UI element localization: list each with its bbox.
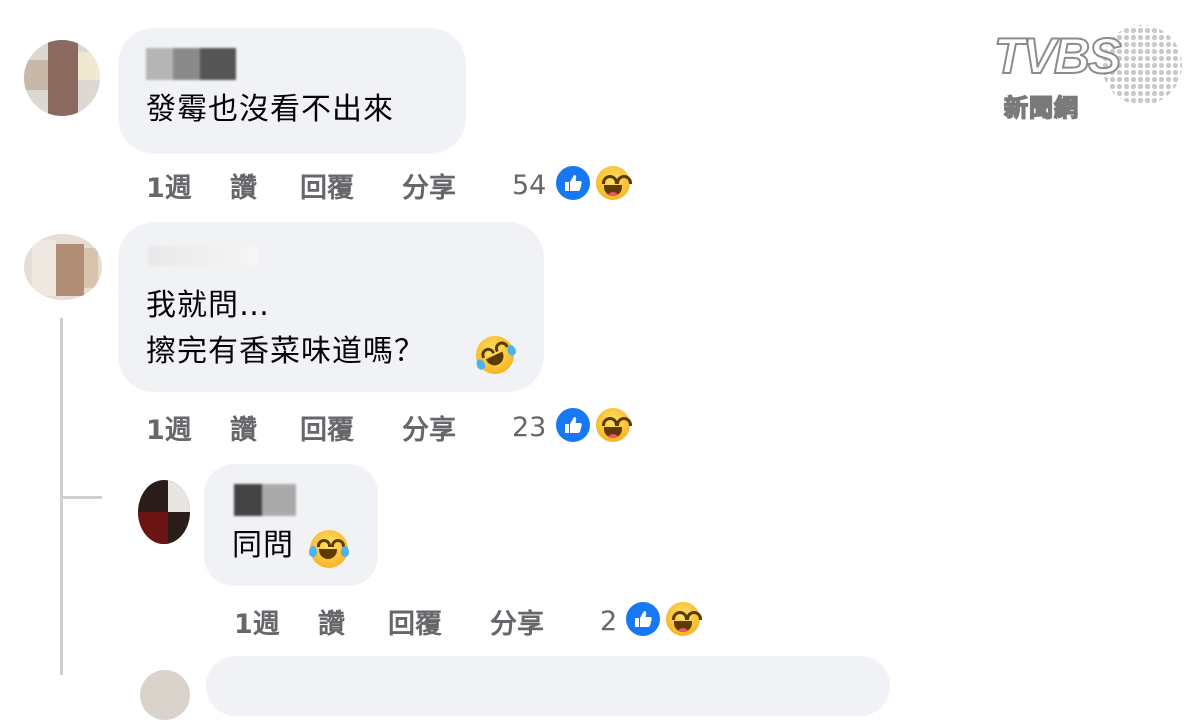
like-icon[interactable] [623, 599, 663, 639]
like-icon[interactable] [553, 163, 593, 203]
blurred-commenter-name[interactable] [148, 246, 258, 266]
blurred-commenter-name[interactable] [234, 484, 296, 516]
next-reply-bubble [206, 656, 890, 716]
haha-icon[interactable] [663, 599, 703, 639]
thread-branch [60, 496, 102, 499]
tears-of-joy-emoji [309, 530, 349, 568]
tvbs-subtitle: 新聞網 [1003, 93, 1079, 123]
reply-button[interactable]: 回覆 [300, 166, 354, 205]
share-button[interactable]: 分享 [402, 408, 456, 447]
comment-time[interactable]: 1週 [234, 602, 280, 641]
like-button[interactable]: 讚 [318, 602, 345, 641]
comment-text: 發霉也沒看不出來 [146, 92, 394, 127]
haha-icon[interactable] [593, 405, 633, 445]
share-button[interactable]: 分享 [402, 166, 456, 205]
comment-time[interactable]: 1週 [146, 408, 192, 447]
reply-button[interactable]: 回覆 [388, 602, 442, 641]
like-button[interactable]: 讚 [230, 408, 257, 447]
commenter-avatar[interactable] [24, 40, 100, 116]
like-icon[interactable] [553, 405, 593, 445]
comment-actions: 1週 讚 回覆 分享 [146, 166, 486, 206]
tvbs-logo: TVBS 新聞網 [992, 20, 1182, 124]
reaction-count[interactable]: 23 [512, 412, 546, 443]
share-button[interactable]: 分享 [490, 602, 544, 641]
reply-actions: 1週 讚 回覆 分享 [234, 602, 574, 642]
reaction-count[interactable]: 2 [600, 606, 617, 637]
comment-actions: 1週 讚 回覆 分享 [146, 408, 486, 448]
tvbs-brand-text: TVBS [993, 28, 1122, 84]
haha-icon[interactable] [593, 163, 633, 203]
commenter-avatar[interactable] [24, 234, 102, 300]
blurred-commenter-name[interactable] [146, 48, 236, 80]
comment-text-line-2: 擦完有香菜味道嗎？ [146, 334, 425, 369]
reaction-count[interactable]: 54 [512, 170, 546, 201]
like-button[interactable]: 讚 [230, 166, 257, 205]
reply-text: 同問 [232, 528, 294, 563]
next-reply-avatar[interactable] [140, 670, 190, 720]
reply-button[interactable]: 回覆 [300, 408, 354, 447]
comment-text-line-1: 我就問… [146, 288, 270, 323]
reply-avatar[interactable] [138, 480, 190, 544]
comment-time[interactable]: 1週 [146, 166, 192, 205]
